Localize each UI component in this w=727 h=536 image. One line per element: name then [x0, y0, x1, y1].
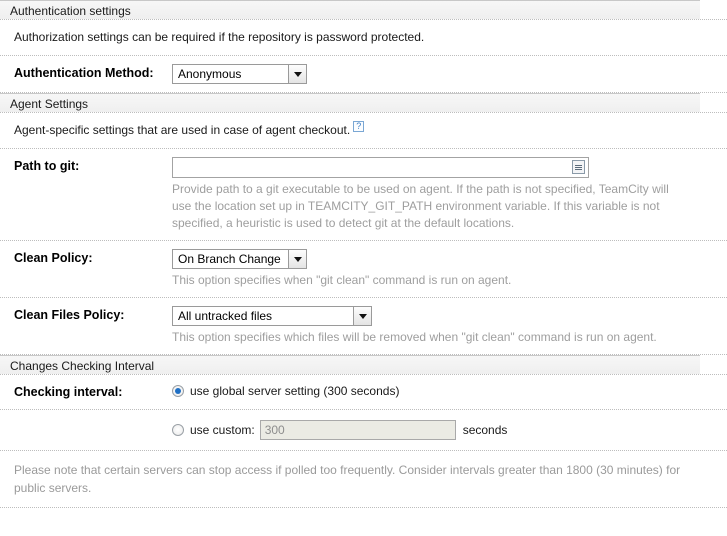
path-to-git-input[interactable] [172, 157, 589, 178]
clean-policy-selected-value: On Branch Change [178, 252, 281, 266]
use-global-setting-label: use global server setting (300 seconds) [190, 384, 400, 398]
path-to-git-hint: Provide path to a git executable to be u… [172, 182, 669, 230]
agent-section-header-wrap: Agent Settings [0, 93, 727, 113]
changes-section-header-wrap: Changes Checking Interval [0, 355, 727, 375]
clean-files-policy-selected-value: All untracked files [178, 309, 273, 323]
path-to-git-input-wrap [172, 157, 589, 178]
clean-policy-select[interactable]: On Branch Change [172, 249, 307, 269]
authentication-method-field: Anonymous [172, 64, 727, 84]
use-global-setting-option[interactable]: use global server setting (300 seconds) [172, 383, 699, 399]
checking-interval-global-field: use global server setting (300 seconds) [172, 383, 727, 399]
clean-policy-hint: This option specifies when "git clean" c… [172, 273, 512, 287]
custom-interval-input-wrap [259, 420, 456, 440]
custom-interval-unit: seconds [462, 423, 508, 437]
vcs-settings-form: Authentication settings Authorization se… [0, 0, 727, 508]
checking-interval-custom-field: use custom: seconds [172, 420, 727, 440]
use-custom-option[interactable]: use custom: seconds [172, 420, 699, 440]
custom-interval-input[interactable] [259, 420, 456, 440]
authentication-section-header-wrap: Authentication settings [0, 0, 727, 20]
radio-use-custom[interactable] [172, 424, 184, 436]
clean-files-policy-select[interactable]: All untracked files [172, 306, 372, 326]
clean-policy-field: On Branch Change This option specifies w… [172, 249, 727, 289]
polling-frequency-note: Please note that certain servers can sto… [0, 451, 727, 508]
agent-description: Agent-specific settings that are used in… [14, 123, 351, 137]
checking-interval-global-row: Checking interval: use global server set… [0, 375, 727, 410]
chevron-down-icon[interactable] [353, 307, 371, 325]
list-lines-icon[interactable] [572, 160, 585, 174]
chevron-down-icon[interactable] [288, 65, 306, 83]
chevron-down-icon[interactable] [288, 250, 306, 268]
authentication-description: Authorization settings can be required i… [0, 20, 727, 56]
authentication-section-header: Authentication settings [0, 0, 700, 19]
agent-description-row: Agent-specific settings that are used in… [0, 113, 727, 149]
clean-files-policy-row: Clean Files Policy: All untracked files … [0, 298, 727, 355]
path-to-git-label: Path to git: [14, 159, 80, 173]
use-custom-label: use custom: [190, 423, 255, 437]
path-to-git-field: Provide path to a git executable to be u… [172, 157, 727, 232]
agent-section-header: Agent Settings [0, 93, 700, 112]
authentication-method-select[interactable]: Anonymous [172, 64, 307, 84]
authentication-method-label: Authentication Method: [14, 66, 154, 80]
clean-files-policy-field: All untracked files This option specifie… [172, 306, 727, 346]
radio-use-global-setting[interactable] [172, 385, 184, 397]
authentication-method-selected-value: Anonymous [178, 67, 242, 81]
clean-policy-label: Clean Policy: [14, 251, 93, 265]
path-to-git-row: Path to git: Provide path to a git execu… [0, 149, 727, 241]
authentication-method-row: Authentication Method: Anonymous [0, 56, 727, 93]
checking-interval-label: Checking interval: [14, 385, 123, 399]
clean-policy-row: Clean Policy: On Branch Change This opti… [0, 241, 727, 298]
clean-files-policy-hint: This option specifies which files will b… [172, 330, 657, 344]
question-mark-icon[interactable]: ? [353, 121, 365, 132]
clean-files-policy-label: Clean Files Policy: [14, 308, 125, 322]
changes-section-header: Changes Checking Interval [0, 355, 700, 374]
checking-interval-custom-row: use custom: seconds [0, 410, 727, 451]
